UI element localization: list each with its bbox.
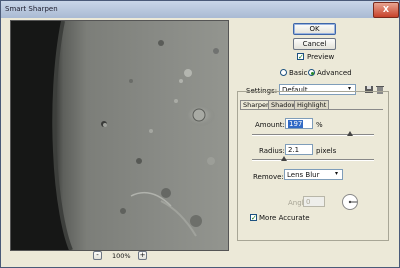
amount-slider-track[interactable] [252,134,374,136]
amount-slider-thumb[interactable] [347,131,353,136]
zoom-out-button[interactable]: - [93,251,102,260]
angle-input: 0 [303,196,325,207]
amount-unit: % [316,121,323,129]
remove-label: Remove: [253,173,284,181]
angle-value: 0 [306,198,311,206]
preview-checkbox[interactable]: ✓ [297,53,304,61]
preview-label: Preview [307,53,335,61]
tab-highlight[interactable]: Highlight [294,100,330,109]
angle-dial-icon [342,194,358,210]
advanced-label: Advanced [317,69,352,77]
radius-slider-thumb[interactable] [281,156,287,161]
amount-label: Amount: [255,121,285,129]
chevron-down-icon: ▾ [335,170,339,177]
preview-image[interactable] [10,20,229,251]
amount-value: 197 [288,120,304,128]
amount-input[interactable]: 197 [285,118,313,129]
radius-slider-track[interactable] [252,159,374,161]
zoom-level: 100% [112,252,131,260]
basic-label: Basic [289,69,308,77]
radius-input[interactable]: 2.1 [285,144,313,155]
more-accurate-checkbox[interactable]: ✓ [250,214,257,222]
title-bar[interactable]: Smart Sharpen X [1,1,399,18]
window-title: Smart Sharpen [5,5,58,13]
radius-value: 2.1 [288,146,300,154]
moon-surface-image [11,21,228,250]
advanced-radio[interactable] [308,69,315,76]
cancel-button[interactable]: Cancel [293,38,336,50]
smart-sharpen-dialog: Smart Sharpen X - 100% + OK Cancel ✓ Pre… [0,0,400,268]
close-button[interactable]: X [373,2,399,18]
radius-unit: pixels [316,147,337,155]
remove-select[interactable]: Lens Blur ▾ [284,169,343,180]
ok-button[interactable]: OK [293,23,336,35]
more-accurate-label: More Accurate [259,214,310,222]
remove-value: Lens Blur [287,171,320,179]
basic-radio[interactable] [280,69,287,76]
zoom-in-button[interactable]: + [138,251,147,260]
radius-label: Radius: [259,147,285,155]
